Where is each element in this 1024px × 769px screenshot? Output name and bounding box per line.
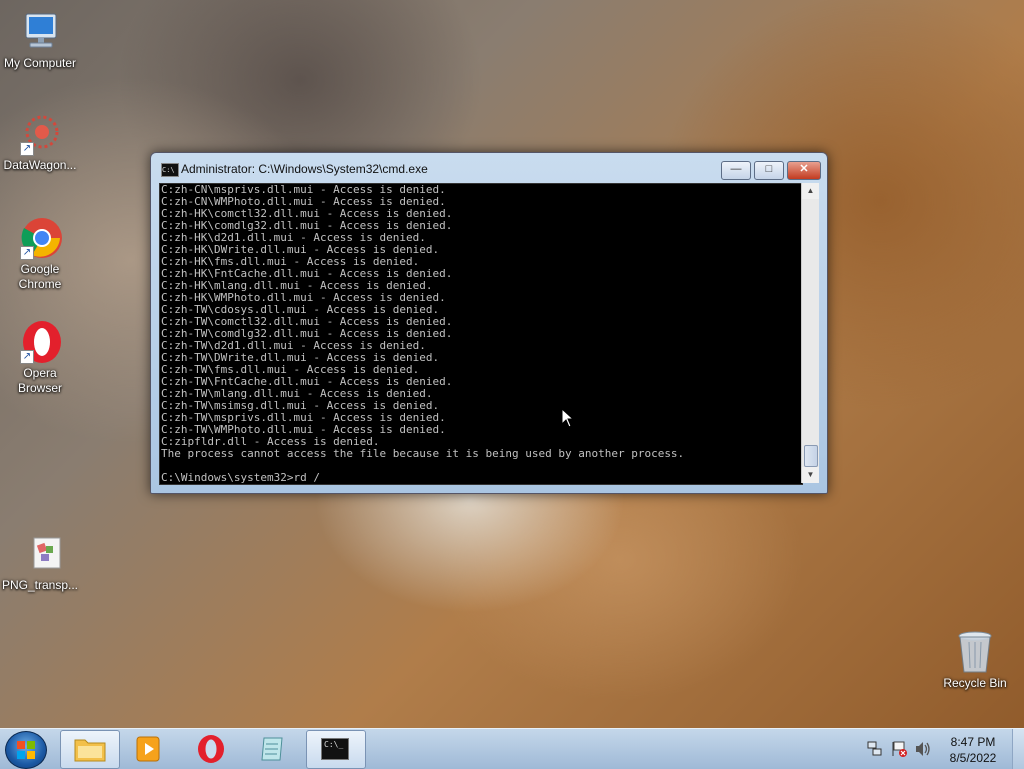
close-button[interactable]: ✕ [787,161,821,180]
scroll-up-button[interactable]: ▲ [802,183,819,199]
window-title: Administrator: C:\Windows\System32\cmd.e… [181,162,428,176]
opera-icon [198,735,224,763]
desktop-icon-opera[interactable]: ↗ Opera Browser [0,320,80,396]
system-clock[interactable]: 8:47 PM 8/5/2022 [938,734,1008,766]
clock-date: 8/5/2022 [949,751,997,765]
network-icon[interactable] [866,740,884,758]
taskbar-item-explorer[interactable] [60,730,120,769]
computer-icon [18,10,62,54]
chrome-icon: ↗ [18,216,62,260]
notepad-icon [261,737,283,761]
png-file-icon [18,532,62,576]
maximize-button[interactable]: □ [754,161,784,180]
desktop-icon-png-file[interactable]: PNG_transp... [0,532,80,593]
mouse-cursor-icon [561,407,575,428]
volume-icon[interactable] [914,740,932,758]
taskbar: C:\_ 8:47 PM 8/5/2022 [0,728,1024,769]
console-text: C:zh-CN\msprivs.dll.mui - Access is deni… [161,183,685,484]
cmd-icon: C:\_ [321,738,349,760]
datawagon-icon: ↗ [18,112,62,156]
console-output[interactable]: C:zh-CN\msprivs.dll.mui - Access is deni… [159,183,803,485]
desktop-icon-label: Google Chrome [18,262,62,291]
desktop-icon-my-computer[interactable]: My Computer [0,10,80,71]
media-player-icon [136,736,160,762]
start-button[interactable] [5,731,47,769]
scroll-thumb[interactable] [804,445,818,467]
desktop-icon-label: Opera Browser [17,366,62,395]
taskbar-item-media-player[interactable] [120,730,178,767]
opera-icon: ↗ [18,320,62,364]
minimize-button[interactable]: — [721,161,751,180]
shortcut-arrow-icon: ↗ [20,246,34,260]
recycle-bin-icon [953,630,997,674]
clock-time: 8:47 PM [950,735,996,749]
desktop-icon-label: My Computer [3,56,77,70]
desktop-icon-datawagon[interactable]: ↗ DataWagon... [0,112,80,173]
desktop-icon-recycle-bin[interactable]: Recycle Bin [935,630,1015,691]
desktop-icon-label: PNG_transp... [1,578,79,592]
shortcut-arrow-icon: ↗ [20,142,34,156]
folder-icon [74,739,106,762]
vertical-scrollbar[interactable]: ▲ ▼ [801,183,819,483]
desktop-icon-chrome[interactable]: ↗ Google Chrome [0,216,80,292]
desktop-icon-label: DataWagon... [3,158,77,172]
shortcut-arrow-icon: ↗ [20,350,34,364]
show-desktop-button[interactable] [1012,729,1024,769]
action-center-flag-icon[interactable] [890,740,908,758]
desktop-icon-label: Recycle Bin [943,676,1007,690]
windows-logo-icon [17,741,35,759]
cmd-window[interactable]: C:\ Administrator: C:\Windows\System32\c… [150,152,828,494]
taskbar-item-opera[interactable] [182,730,240,767]
scroll-down-button[interactable]: ▼ [802,467,819,483]
cmd-window-icon: C:\ [161,163,179,177]
taskbar-item-notepad[interactable] [244,730,302,767]
window-titlebar[interactable]: C:\ Administrator: C:\Windows\System32\c… [151,153,827,183]
taskbar-item-cmd[interactable]: C:\_ [306,730,366,769]
